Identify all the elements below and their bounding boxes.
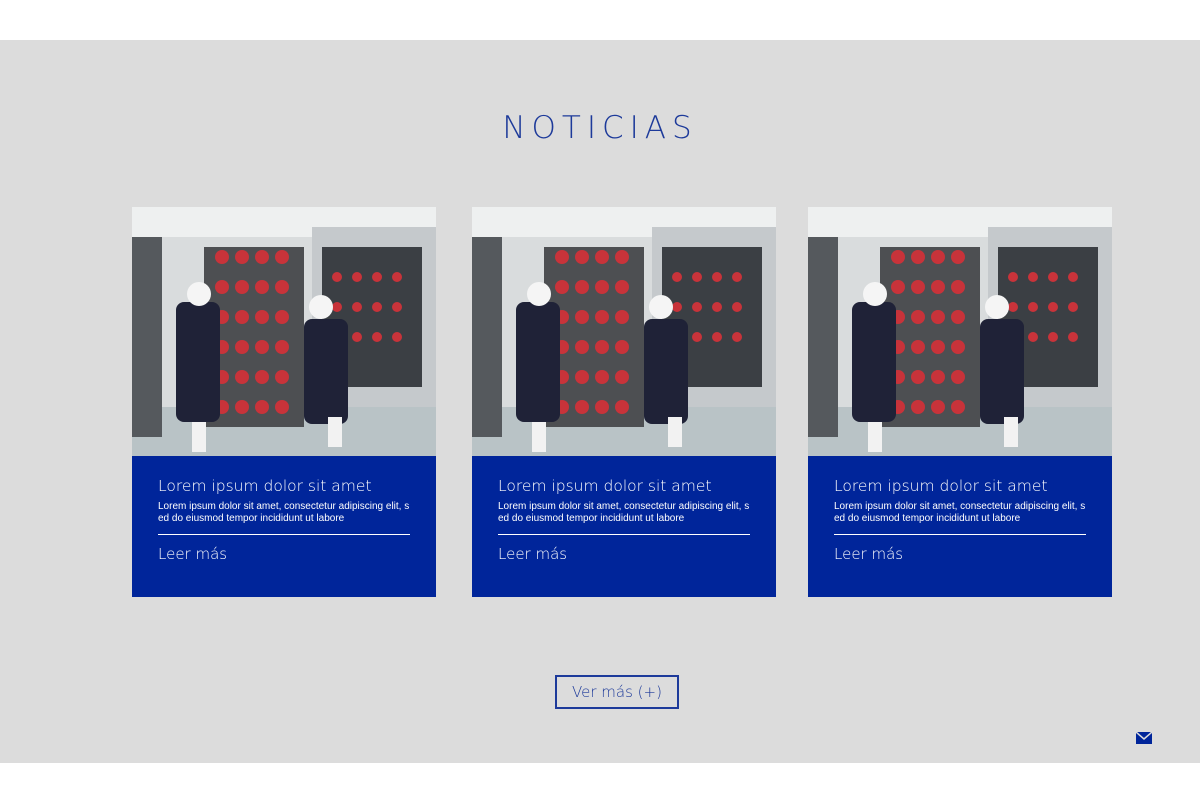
news-photo [808,207,1112,456]
card-divider [498,534,750,535]
read-more-link[interactable]: Leer más [498,545,567,563]
card-title: Lorem ipsum dolor sit amet [498,477,712,495]
card-title: Lorem ipsum dolor sit amet [158,477,372,495]
see-more-button[interactable]: Ver más (+) [555,675,679,709]
card-divider [158,534,410,535]
read-more-link[interactable]: Leer más [158,545,227,563]
news-card[interactable]: Lorem ipsum dolor sit amet Lorem ipsum d… [808,207,1112,597]
section-title: NOTICIAS [502,110,698,146]
card-text: Lorem ipsum dolor sit amet, consectetur … [834,501,1086,524]
card-divider [834,534,1086,535]
card-text: Lorem ipsum dolor sit amet, consectetur … [158,501,410,524]
news-section: NOTICIAS Lorem ipsum dolor sit amet Lore… [0,40,1200,763]
card-title: Lorem ipsum dolor sit amet [834,477,1048,495]
news-card[interactable]: Lorem ipsum dolor sit amet Lorem ipsum d… [472,207,776,597]
card-body: Lorem ipsum dolor sit amet Lorem ipsum d… [498,477,750,564]
news-photo [132,207,436,456]
card-body: Lorem ipsum dolor sit amet Lorem ipsum d… [834,477,1086,564]
card-text: Lorem ipsum dolor sit amet, consectetur … [498,501,750,524]
mail-icon[interactable] [1135,731,1153,744]
card-body: Lorem ipsum dolor sit amet Lorem ipsum d… [158,477,410,564]
news-card[interactable]: Lorem ipsum dolor sit amet Lorem ipsum d… [132,207,436,597]
news-photo [472,207,776,456]
read-more-link[interactable]: Leer más [834,545,903,563]
